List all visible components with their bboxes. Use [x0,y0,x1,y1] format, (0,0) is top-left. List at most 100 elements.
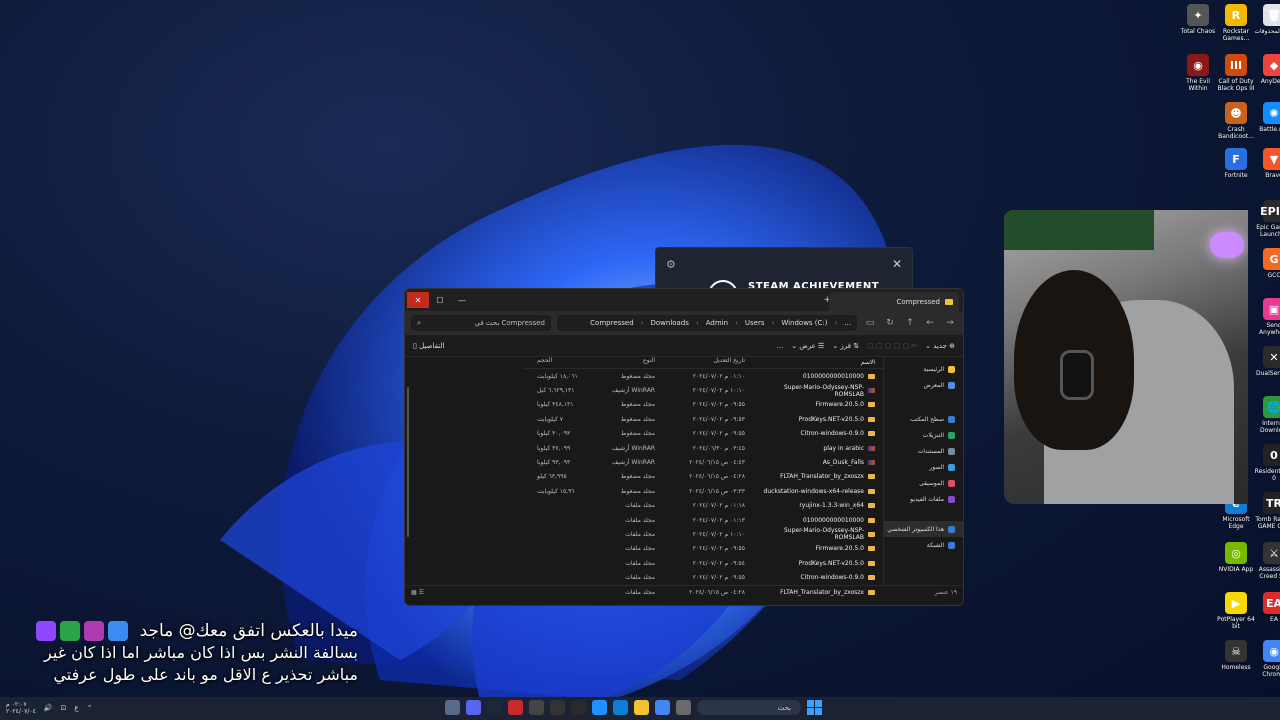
discord-icon[interactable] [466,700,481,715]
chevron-up-icon[interactable]: ⌃ [87,704,93,712]
breadcrumb-item[interactable]: Downloads [651,319,689,327]
table-row[interactable]: مجلد ملفات ٠١:١٣ م ٢٠٢٤/٠٧/٠٢ 010000000001… [525,513,883,527]
nav-item[interactable]: سطح المكتب [884,411,963,427]
desktop-icon[interactable]: ⚔ Assassin's Creed S... [1254,542,1280,580]
details-pane-button[interactable]: ▯ التفاصيل [413,342,444,350]
store-icon[interactable] [592,700,607,715]
task-view-icon[interactable] [676,700,691,715]
nav-item[interactable]: التنزيلات [884,427,963,443]
tab-compressed[interactable]: Compressed [829,292,959,311]
steam-icon[interactable] [487,700,502,715]
nav-item[interactable]: المستندات [884,443,963,459]
breadcrumb-item[interactable]: Admin [706,319,728,327]
table-row[interactable]: مجلد ملفات ٠٤:٢٨ ص ٢٠٢٤/٠٦/١٥ FLTAH_Transl… [525,585,883,599]
column-type[interactable]: النوع [585,357,665,368]
table-row[interactable]: مجلد ملفات ٠٩:٥٥ م ٢٠٢٤/٠٧/٠٢ Firmware.20.… [525,542,883,556]
desktop-icon[interactable]: ▣ Send Anywhere [1254,298,1280,336]
desktop-icon[interactable]: EPIC Epic Games Launcher [1254,200,1280,238]
view-icon[interactable]: ▭ [863,318,877,328]
obs-icon[interactable] [529,700,544,715]
bulb-icon[interactable] [445,700,460,715]
more-options-button[interactable]: ... [777,342,784,350]
start-button[interactable] [807,700,822,715]
breadcrumb[interactable]: Compressed ‹ Downloads ‹ Admin ‹ Users ‹ Windows… [557,315,857,331]
table-row[interactable]: ٣٤٨,١٣١ كيلوبا مجلد مضغوط ٠٩:٥٥ م ٢٠٢٤/٠٧/… [525,398,883,412]
desktop-icon[interactable]: ▶ PotPlayer 64 bit [1216,592,1256,630]
nav-item[interactable]: الرئيسية [884,361,963,377]
table-row[interactable]: مجلد ملفات ١٠:١٠ م ٢٠٢٤/٠٧/٠٢ Super-Mario-… [525,527,883,541]
up-arrow-icon[interactable]: ↑ [903,318,917,328]
table-row[interactable]: مجلد ملفات ٠٩:٥٥ م ٢٠٢٤/٠٧/٠٢ Citron-windo… [525,570,883,584]
view-toggle-icons[interactable]: ▦ ☰ [411,589,424,596]
chevron-left-icon[interactable]: ‹ [641,319,644,327]
desktop-icon[interactable]: G GCC [1254,248,1280,279]
table-row[interactable]: ٣٠,٠٩٣ كيلوبا مجلد مضغوط ٠٩:٥٥ م ٢٠٢٤/٠٧/٠… [525,427,883,441]
chrome-icon[interactable] [655,700,670,715]
desktop-icon[interactable]: ◉ The Evil Within [1178,54,1218,92]
desktop-icon[interactable]: ✦ Total Chaos [1178,4,1218,35]
search-input[interactable]: ⌕ بحث في Compressed [411,315,551,331]
language-indicator[interactable]: ع [74,704,78,712]
forward-arrow-icon[interactable]: ← [923,318,937,328]
nav-item[interactable]: هذا الكمبيوتر الشخصي [884,521,963,537]
desktop-icon[interactable]: EA EA [1254,592,1280,623]
tiktok-icon[interactable] [550,700,565,715]
breadcrumb-item[interactable]: Compressed [590,319,634,327]
file-explorer-icon[interactable] [634,700,649,715]
app-dark-icon[interactable] [571,700,586,715]
refresh-icon[interactable]: ↻ [883,318,897,328]
table-row[interactable]: مجلد ملفات ٠١:١٨ م ٢٠٢٤/٠٧/٠٢ ryujinx-1.3.… [525,499,883,513]
window-minimize-button[interactable]: — [451,292,473,308]
column-size[interactable]: الحجم [525,357,585,368]
desktop-icon[interactable]: ☠ Homeless [1216,640,1256,671]
scrollbar[interactable] [407,387,409,537]
network-icon[interactable]: ⊡ [61,704,67,712]
edge-icon[interactable] [613,700,628,715]
close-icon[interactable]: ✕ [892,257,902,271]
table-row[interactable]: ٦٣,٩٩٥ كيلو مجلد مضغوط ٠٤:٢٨ ص ٢٠٢٤/٠٦/١٥ F… [525,470,883,484]
desktop-icon[interactable]: 0 Resident Evil 0 [1254,444,1280,482]
desktop-icon[interactable]: 🗑 سلة المحذوفات [1254,4,1280,35]
breadcrumb-more[interactable]: ... [844,319,851,327]
clock[interactable]: ٠٢:٠٧ م ٢٠٢٤/٠٧/٠٤ [6,701,36,715]
desktop-icon[interactable]: ◎ NVIDIA App [1216,542,1256,573]
table-row[interactable]: ٣٧,٠٩٩ كيلوبا أرشيف WinRAR ٠٣:٤٥ م ٢٠٢٤/٠٦… [525,441,883,455]
desktop-icon[interactable]: ✺ Battle.net [1254,102,1280,133]
taskbar-search[interactable]: بحث [697,700,801,715]
breadcrumb-item[interactable]: Windows (C:) [781,319,827,327]
sort-menu-button[interactable]: ⌄ فرز ⇅ [832,342,859,350]
table-row[interactable]: مجلد ملفات ٠٩:٥٤ م ٢٠٢٤/٠٧/٠٢ ProdKeys.NET… [525,556,883,570]
nav-item[interactable]: المعرض [884,377,963,393]
desktop-icon[interactable]: III Call of Duty Black Ops III [1216,54,1256,92]
new-menu-button[interactable]: ⌄ جديد ⊕ [925,342,955,350]
window-close-button[interactable]: ✕ [407,292,429,308]
chevron-left-icon[interactable]: ‹ [835,319,838,327]
view-menu-button[interactable]: ⌄ عرض ☰ [791,342,824,350]
table-row[interactable]: ١٨,٠٦١ كيلوبايت مجلد مضغوط ٠١:١٠ م ٢٠٢٤/٠٧… [525,369,883,383]
desktop-icon[interactable]: ☻ Crash Bandicoot... [1216,102,1256,140]
column-name[interactable]: الاسم [755,357,883,368]
table-row[interactable]: ٧ كيلوبايت مجلد مضغوط ٠٩:٥٣ م ٢٠٢٤/٠٧/٠٢ Pr… [525,412,883,426]
desktop-icon[interactable]: ▼ Brave [1254,148,1280,179]
column-date[interactable]: تاريخ التعديل [665,357,755,368]
chevron-left-icon[interactable]: ‹ [696,319,699,327]
desktop-icon[interactable]: 🌐 Internet Downlo... [1254,396,1280,434]
nav-item[interactable]: الشبكة [884,537,963,553]
desktop-icon[interactable]: ◆ AnyDesk [1254,54,1280,85]
back-arrow-icon[interactable]: → [943,318,957,328]
nav-item[interactable]: ملفات الفيديو [884,491,963,507]
desktop-icon[interactable]: ✕ DualSenseX [1254,346,1280,377]
table-row[interactable]: ٩٣,٠٩٣ كيلوبا أرشيف WinRAR ٠٤:٤٣ ص ٢٠٢٤/٠٦… [525,455,883,469]
desktop-icon[interactable]: R Rockstar Games... [1216,4,1256,42]
table-row[interactable]: ١٥,٩٦ كيلوبايت مجلد مضغوط ٠٣:٣٣ ص ٢٠٢٤/٠٦/… [525,484,883,498]
chevron-left-icon[interactable]: ‹ [772,319,775,327]
desktop-icon[interactable]: ◉ Google Chrome [1254,640,1280,678]
nav-item[interactable]: الصور [884,459,963,475]
chevron-left-icon[interactable]: ‹ [735,319,738,327]
app-red-icon[interactable] [508,700,523,715]
desktop-icon[interactable]: F Fortnite [1216,148,1256,179]
window-maximize-button[interactable]: ☐ [429,292,451,308]
table-row[interactable]: ٦,٦٢٩,١٣١ كيل أرشيف WinRAR ١٠:١٠ م ٢٠٢٤/٠٧… [525,383,883,398]
desktop-icon[interactable]: TR Tomb Raider GAME OF... [1254,492,1280,530]
nav-item[interactable]: الموسيقى [884,475,963,491]
